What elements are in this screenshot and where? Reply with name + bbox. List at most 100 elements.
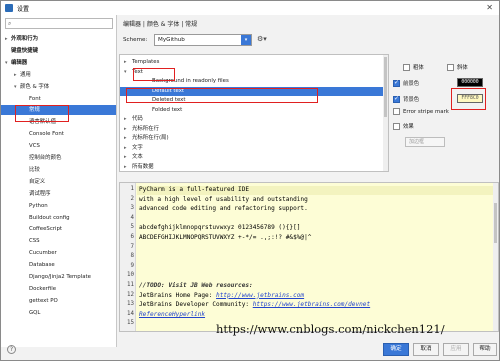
line-number: 8 [130, 253, 135, 260]
sidebar-item-label: Cucumber [29, 250, 57, 257]
chevron-down-icon[interactable]: ▾ [241, 35, 251, 45]
sidebar-item[interactable]: 键盘快捷键 [1, 46, 116, 56]
line-number: 10 [127, 272, 134, 279]
italic-check-box[interactable] [447, 63, 454, 71]
sidebar-item[interactable]: Cucumber [1, 248, 116, 258]
italic-checkbox[interactable]: 斜体 [447, 63, 468, 71]
line-number: 6 [130, 234, 135, 240]
background-checkbox[interactable]: 背景色 [393, 95, 419, 103]
sidebar-item[interactable]: 自定义 [1, 177, 116, 187]
sidebar-item[interactable]: ▾ 颜色 & 字体 [1, 82, 116, 92]
line-number: 7 [130, 243, 135, 250]
breadcrumb: 编辑器 | 颜色 & 字体 | 常规 [123, 21, 198, 28]
effects-checkbox[interactable]: 效果 [393, 122, 414, 130]
hyperlink[interactable]: http://www.jetbrains.com [216, 292, 304, 299]
sidebar-item[interactable]: 比较 [1, 165, 116, 175]
chevron-icon: ▸ [124, 135, 127, 141]
sidebar-item[interactable]: Database [1, 260, 116, 270]
sidebar-item[interactable]: ▾ 编辑器 [1, 58, 116, 68]
error-stripe-checkbox[interactable]: Error stripe mark [393, 108, 449, 115]
bold-checkbox[interactable]: 粗体 [403, 63, 424, 71]
attribute-item-label: Folded text [152, 106, 183, 113]
annotation-box-text [133, 68, 175, 81]
sidebar-item-label: Dockerfile [29, 285, 57, 292]
attribute-item[interactable]: ▸ 代码 [120, 115, 384, 124]
hyperlink[interactable]: ReferenceHyperlink [139, 311, 205, 318]
sidebar-item[interactable]: CSS [1, 236, 116, 246]
line-number: 12 [127, 291, 134, 298]
ok-button[interactable]: 确定 [383, 343, 409, 356]
chevron-icon: ▸ [124, 125, 127, 132]
sidebar-item[interactable]: Font [1, 94, 116, 104]
attribute-item[interactable]: ▸ Templates [120, 58, 384, 67]
line-number: 4 [130, 214, 135, 221]
code-text: JetBrains Developer Community: [139, 301, 253, 309]
sidebar-item[interactable]: ▸ 通用 [1, 70, 116, 80]
attribute-item-label: 文字 [132, 144, 143, 151]
annotation-box-background-color [451, 88, 486, 110]
editor-preview[interactable]: 1 2 3 4 5 6 7 8 9 10 11 12 13 14 15 PyCharm is a full-f… [119, 182, 499, 332]
background-check-box[interactable] [393, 95, 400, 103]
sidebar-item[interactable]: Buildout config [1, 213, 116, 223]
sidebar-item-label: Console Font [29, 131, 64, 138]
foreground-color-swatch[interactable]: 000000 [457, 78, 483, 87]
sidebar-item-label: 编辑器 [11, 59, 28, 66]
attribute-item[interactable]: Folded text [120, 106, 384, 115]
sidebar-item-label: GQL [29, 309, 41, 316]
line-number: 15 [127, 320, 134, 327]
sidebar-item[interactable]: ▸ 外观和行为 [1, 34, 116, 44]
apply-button[interactable]: 应用 [443, 343, 469, 356]
search-input[interactable]: ⌕ [5, 18, 113, 29]
sidebar-item[interactable]: 控制台的颜色 [1, 153, 116, 163]
attribute-item[interactable]: ▸ 文字 [120, 144, 384, 153]
code-line: advanced code editing and refactoring su… [139, 205, 308, 213]
code-line: JetBrains Home Page: http://www.jetbrain… [139, 292, 304, 299]
close-icon[interactable]: ✕ [486, 3, 493, 12]
sidebar-item-label: Font [29, 95, 41, 102]
sidebar-item[interactable]: CoffeeScript [1, 224, 116, 234]
sidebar-item[interactable]: Django/Jinja2 Template [1, 272, 116, 282]
chevron-icon: ▸ [124, 163, 127, 170]
sidebar-item[interactable]: VCS [1, 141, 116, 151]
foreground-checkbox[interactable]: 前景色 [393, 79, 419, 87]
sidebar-item[interactable]: gettext PO [1, 296, 116, 306]
bold-check-box[interactable] [403, 63, 410, 71]
sidebar-item[interactable]: 调试程序 [1, 189, 116, 199]
gear-icon[interactable]: ⚙▾ [257, 35, 267, 43]
attribute-item[interactable]: ▸ 光标所在行 [120, 125, 384, 134]
hyperlink[interactable]: https://www.jetbrains.com/devnet [253, 301, 370, 308]
help-icon[interactable]: ? [7, 345, 16, 354]
code-line: PyCharm is a full-featured IDE [139, 186, 250, 193]
scheme-select[interactable]: MyGithub ▾ [154, 34, 252, 46]
app-icon [5, 4, 13, 12]
sidebar-item-label: 外观和行为 [11, 36, 38, 42]
effects-type-select[interactable]: 加边框 [405, 137, 445, 147]
code-line: abcdefghijklmnopqrstuvwxyz 0123456789 ()… [139, 224, 301, 232]
line-number: 13 [127, 301, 134, 308]
settings-sidebar: ⌕ ▸ 外观和行为 键盘快捷键 ▾ 编辑器 ▸ 通用 ▾ 颜色 & 字体 Font 常规 语言默认值 C… [1, 15, 117, 347]
attribute-item-label: 光标所在行 [132, 125, 159, 132]
line-number: 2 [130, 195, 135, 202]
scheme-label: Scheme: [123, 37, 148, 43]
foreground-check-box[interactable] [393, 79, 400, 87]
sidebar-item[interactable]: Console Font [1, 129, 116, 139]
sidebar-item-label: Database [29, 262, 55, 269]
attribute-item-label: 文本 [132, 154, 143, 160]
sidebar-item[interactable]: GQL [1, 308, 116, 318]
error-stripe-check-box[interactable] [393, 108, 400, 115]
attribute-item[interactable]: ▸ 光标所在行(局) [120, 134, 384, 143]
effects-check-box[interactable] [393, 122, 400, 130]
sidebar-item[interactable]: Dockerfile [1, 284, 116, 294]
attribute-item-label: 代码 [132, 116, 143, 122]
attribute-item[interactable]: ▸ 文本 [120, 153, 384, 162]
cancel-button[interactable]: 取消 [413, 343, 439, 356]
attribute-tree-scrollbar[interactable] [383, 55, 388, 171]
editor-scrollbar[interactable] [493, 183, 498, 331]
attribute-item[interactable]: ▸ 所有数据 [120, 163, 384, 172]
sidebar-item-label: gettext PO [29, 297, 58, 304]
attribute-item-label: Templates [132, 59, 160, 65]
help-button[interactable]: 帮助 [473, 343, 497, 356]
chevron-icon: ▾ [124, 68, 127, 75]
code-line: JetBrains Developer Community: https://w… [139, 301, 370, 308]
sidebar-item[interactable]: Python [1, 201, 116, 211]
